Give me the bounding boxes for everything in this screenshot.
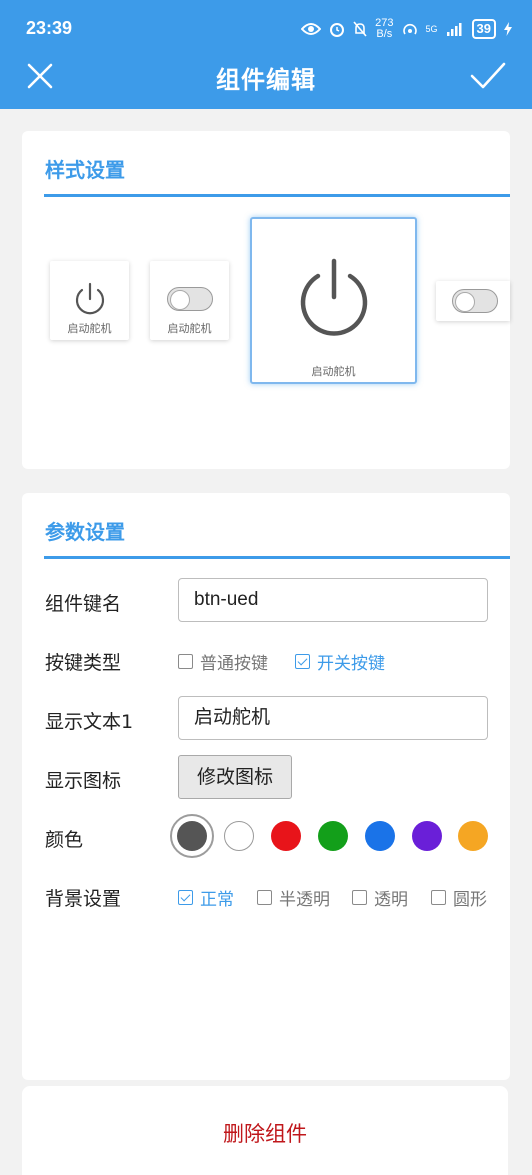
key-type-switch-label: 开关按键 (317, 654, 385, 674)
background-translucent-label: 半透明 (279, 890, 330, 910)
display-text-input[interactable]: 启动舵机 (178, 696, 488, 740)
key-type-normal-label: 普通按键 (200, 654, 268, 674)
net-speed-unit: B/s (376, 28, 393, 40)
key-type-label: 按键类型 (45, 652, 122, 674)
toggle-switch-icon (167, 287, 213, 311)
color-swatch-gray[interactable] (177, 821, 207, 851)
charging-icon (504, 22, 512, 36)
checkbox-icon (352, 890, 367, 905)
display-text-label: 显示文本1 (45, 711, 134, 733)
param-settings-divider (44, 556, 510, 559)
status-icons: 273 B/s 5G 39 (301, 16, 512, 42)
delete-component-button[interactable]: 删除组件 (22, 1118, 508, 1148)
page-title: 组件编辑 (216, 66, 316, 94)
background-transparent-checkbox[interactable]: 透明 (352, 885, 408, 910)
style-preview-label: 启动舵机 (311, 365, 356, 378)
checkbox-checked-icon (295, 654, 310, 669)
modify-icon-button[interactable]: 修改图标 (178, 755, 292, 799)
background-round-label: 圆形 (453, 890, 487, 910)
style-settings-card: 样式设置 启动舵机 启动舵机 启动舵机 (22, 131, 510, 469)
key-type-switch-checkbox[interactable]: 开关按键 (295, 649, 385, 674)
background-label: 背景设置 (45, 888, 122, 910)
color-swatch-red[interactable] (271, 821, 301, 851)
checkbox-checked-icon (178, 890, 193, 905)
alarm-icon (330, 23, 345, 37)
style-preview-toggle[interactable]: 启动舵机 (150, 261, 229, 340)
style-preview-toggle-plain[interactable] (436, 281, 510, 321)
toggle-switch-icon (452, 289, 498, 313)
display-icon-label: 显示图标 (45, 770, 122, 792)
color-swatch-blue[interactable] (365, 821, 395, 851)
status-bar: 23:39 273 B/s 5G 39 (0, 0, 532, 56)
background-translucent-checkbox[interactable]: 半透明 (257, 885, 330, 910)
net-speed: 273 B/s (375, 18, 393, 40)
hotspot-icon (402, 23, 417, 35)
style-preview-power-small[interactable]: 启动舵机 (50, 261, 129, 340)
status-time: 23:39 (26, 18, 73, 38)
key-name-input[interactable]: btn-ued (178, 578, 488, 622)
delete-card: 删除组件 (22, 1086, 508, 1175)
checkbox-icon (178, 654, 193, 669)
color-label: 颜色 (45, 829, 84, 851)
signal-bars-icon (446, 23, 462, 36)
power-icon (75, 282, 105, 315)
style-settings-divider (44, 194, 510, 197)
color-swatch-white[interactable] (224, 821, 254, 851)
color-swatch-purple[interactable] (412, 821, 442, 851)
background-normal-checkbox[interactable]: 正常 (178, 885, 234, 910)
background-transparent-label: 透明 (374, 890, 408, 910)
checkbox-icon (431, 890, 446, 905)
app-header: 23:39 273 B/s 5G 39 组件编辑 (0, 0, 532, 109)
checkbox-icon (257, 890, 272, 905)
style-preview-label: 启动舵机 (67, 322, 112, 335)
background-round-checkbox[interactable]: 圆形 (431, 885, 487, 910)
param-settings-title: 参数设置 (45, 520, 125, 544)
power-icon (300, 258, 368, 336)
battery-level: 39 (471, 19, 496, 39)
style-settings-title: 样式设置 (45, 158, 125, 182)
background-normal-label: 正常 (200, 890, 234, 910)
style-preview-label: 启动舵机 (167, 322, 212, 335)
signal-label: 5G (425, 23, 438, 34)
mute-bell-icon (353, 21, 367, 37)
color-swatch-green[interactable] (318, 821, 348, 851)
style-preview-power-selected[interactable]: 启动舵机 (250, 217, 417, 384)
color-swatch-orange[interactable] (458, 821, 488, 851)
key-name-label: 组件键名 (45, 593, 122, 615)
eye-icon (301, 23, 322, 35)
key-type-normal-checkbox[interactable]: 普通按键 (178, 649, 268, 674)
check-icon[interactable] (468, 58, 508, 94)
